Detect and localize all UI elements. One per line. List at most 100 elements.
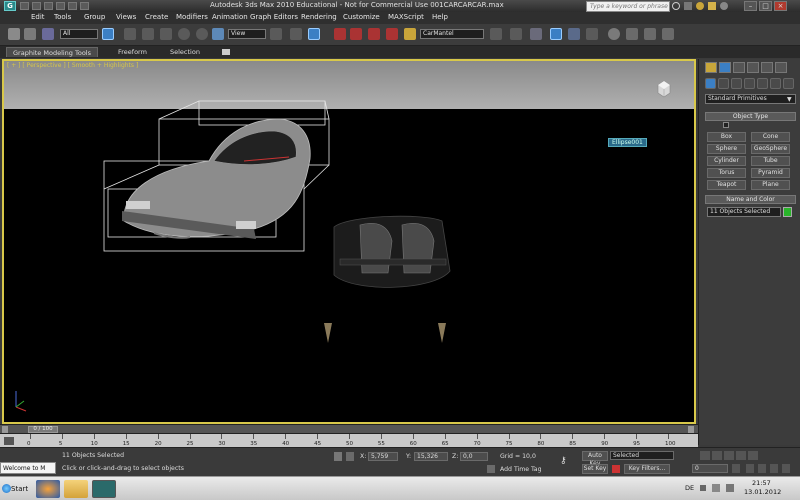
keyboard-shortcut-toggle-icon[interactable] <box>308 28 320 40</box>
language-indicator[interactable]: DE <box>685 484 694 492</box>
reference-coordinate-select[interactable]: View <box>228 29 266 39</box>
next-frame-icon[interactable] <box>736 451 746 460</box>
time-prev-icon[interactable] <box>2 426 8 433</box>
y-coordinate-field[interactable]: 15,326 <box>414 452 448 461</box>
key-mode-select[interactable]: Selected <box>610 451 674 460</box>
time-tag-icon[interactable] <box>487 465 495 473</box>
quick-render-icon[interactable] <box>662 28 674 40</box>
tray-show-hidden-icon[interactable] <box>700 485 706 491</box>
zoom-all-icon[interactable] <box>758 464 766 473</box>
motion-tab-icon[interactable] <box>747 62 759 73</box>
render-setup-icon[interactable] <box>626 28 638 40</box>
favorites-icon[interactable] <box>708 2 716 10</box>
cone-button[interactable]: Cone <box>751 132 790 142</box>
perspective-viewport[interactable]: [ + ] [ Perspective ] [ Smooth + Highlig… <box>2 59 696 424</box>
tab-graphite-modeling-tools[interactable]: Graphite Modeling Tools <box>6 47 99 57</box>
auto-key-button[interactable]: Auto Key <box>582 451 608 467</box>
menu-tools[interactable]: Tools <box>54 13 71 21</box>
menu-create[interactable]: Create <box>145 13 168 21</box>
previous-frame-icon[interactable] <box>712 451 722 460</box>
bind-space-warp-icon[interactable] <box>42 28 54 40</box>
snaps-toggle-icon[interactable] <box>334 28 346 40</box>
category-select[interactable]: Standard Primitives <box>705 94 796 104</box>
curve-editor-icon[interactable] <box>568 28 580 40</box>
time-slider-thumb[interactable]: 0 / 100 <box>28 426 58 433</box>
menu-maxscript[interactable]: MAXScript <box>388 13 424 21</box>
material-editor-icon[interactable] <box>608 28 620 40</box>
3ds-max-taskbar-icon[interactable] <box>92 480 116 498</box>
redo-icon[interactable] <box>68 2 77 10</box>
minimize-button[interactable]: – <box>744 1 757 11</box>
tube-button[interactable]: Tube <box>751 156 790 166</box>
geometry-icon[interactable] <box>705 78 716 89</box>
menu-rendering[interactable]: Rendering <box>301 13 337 21</box>
time-configuration-icon[interactable] <box>732 464 740 473</box>
select-scale-icon[interactable] <box>212 28 224 40</box>
absolute-mode-icon[interactable] <box>346 452 354 461</box>
tab-selection[interactable]: Selection <box>164 47 206 57</box>
layer-manager-icon[interactable] <box>530 28 542 40</box>
lights-icon[interactable] <box>731 78 742 89</box>
autogrid-checkbox[interactable] <box>723 122 729 128</box>
edit-named-selection-icon[interactable] <box>404 28 416 40</box>
zoom-icon[interactable] <box>746 464 754 473</box>
window-crossing-icon[interactable] <box>160 28 172 40</box>
mirror-icon[interactable] <box>490 28 502 40</box>
network-icon[interactable] <box>712 484 720 492</box>
selection-filter-select[interactable]: All <box>60 29 98 39</box>
mini-curve-editor-icon[interactable] <box>4 437 14 445</box>
systems-icon[interactable] <box>783 78 794 89</box>
sphere-button[interactable]: Sphere <box>707 144 746 154</box>
plane-button[interactable]: Plane <box>751 180 790 190</box>
pivot-center-icon[interactable] <box>270 28 282 40</box>
angle-snap-icon[interactable] <box>350 28 362 40</box>
unlink-icon[interactable] <box>24 28 36 40</box>
close-button[interactable]: × <box>774 1 787 11</box>
space-warps-icon[interactable] <box>770 78 781 89</box>
viewport-scene[interactable] <box>4 61 696 424</box>
select-move-icon[interactable] <box>178 28 190 40</box>
display-tab-icon[interactable] <box>761 62 773 73</box>
viewcube-icon[interactable] <box>654 79 674 99</box>
clock-time[interactable]: 21:57 <box>752 479 771 487</box>
select-rotate-icon[interactable] <box>196 28 208 40</box>
object-name-field[interactable]: 11 Objects Selected <box>707 207 781 217</box>
clock-date[interactable]: 13.01.2012 <box>744 488 781 496</box>
graphite-modeling-toggle-icon[interactable] <box>550 28 562 40</box>
select-manipulate-icon[interactable] <box>290 28 302 40</box>
object-type-rollout[interactable]: Object Type <box>705 112 796 121</box>
menu-animation[interactable]: Animation <box>212 13 248 21</box>
search-input[interactable]: Type a keyword or phrase <box>586 1 670 12</box>
create-tab-icon[interactable] <box>705 62 717 73</box>
set-key-button[interactable]: Set Key <box>582 464 608 474</box>
maximize-button[interactable]: □ <box>759 1 772 11</box>
select-and-link-icon[interactable] <box>8 28 20 40</box>
menu-graph-editors[interactable]: Graph Editors <box>250 13 298 21</box>
add-time-tag[interactable]: Add Time Tag <box>500 466 542 473</box>
helpers-icon[interactable] <box>757 78 768 89</box>
percent-snap-icon[interactable] <box>368 28 380 40</box>
ribbon-minimize-icon[interactable] <box>222 49 230 55</box>
key-filters-button[interactable]: Key Filters... <box>624 464 670 474</box>
lock-selection-icon[interactable] <box>334 452 342 461</box>
align-icon[interactable] <box>510 28 522 40</box>
save-file-icon[interactable] <box>44 2 53 10</box>
explorer-folder-icon[interactable] <box>64 480 88 498</box>
app-logo-icon[interactable]: G <box>4 1 16 11</box>
tab-freeform[interactable]: Freeform <box>112 47 153 57</box>
communication-center-icon[interactable] <box>696 2 704 10</box>
new-file-icon[interactable] <box>20 2 29 10</box>
pan-view-icon[interactable] <box>770 464 778 473</box>
schematic-view-icon[interactable] <box>586 28 598 40</box>
select-by-name-icon[interactable] <box>124 28 136 40</box>
menu-customize[interactable]: Customize <box>343 13 380 21</box>
viewport-label[interactable]: [ + ] [ Perspective ] [ Smooth + Highlig… <box>7 62 138 69</box>
z-coordinate-field[interactable]: 0,0 <box>460 452 488 461</box>
cylinder-button[interactable]: Cylinder <box>707 156 746 166</box>
start-button[interactable]: Start <box>2 480 32 498</box>
quick-access-dropdown-icon[interactable] <box>80 2 89 10</box>
object-color-swatch[interactable] <box>783 207 792 217</box>
help-icon[interactable] <box>720 2 728 10</box>
menu-group[interactable]: Group <box>84 13 105 21</box>
rendered-frame-window-icon[interactable] <box>644 28 656 40</box>
